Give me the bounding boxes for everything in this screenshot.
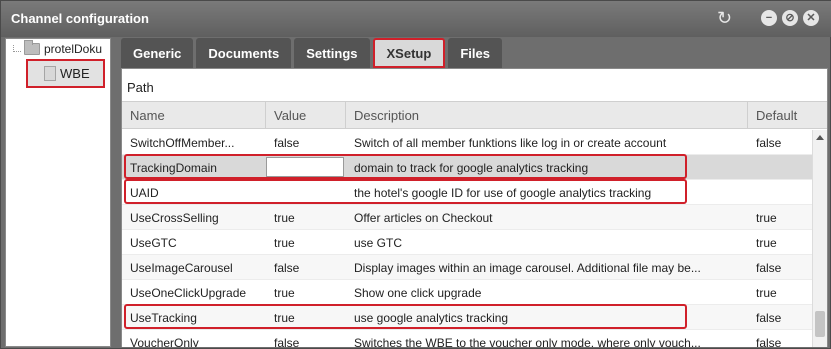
tab-settings[interactable]: Settings xyxy=(294,38,370,68)
cell-name: UseImageCarousel xyxy=(130,260,233,275)
cell-value[interactable]: false xyxy=(266,330,346,348)
cell-name: UAID xyxy=(130,185,159,200)
tree-connector xyxy=(13,45,21,52)
vertical-scrollbar[interactable] xyxy=(812,130,827,347)
refresh-icon[interactable]: ↻ xyxy=(717,9,732,27)
xsetup-content: Path Name Value Description Default Swit… xyxy=(121,68,828,347)
table-row[interactable]: UseCrossSelling true Offer articles on C… xyxy=(122,205,812,230)
cell-name: UseCrossSelling xyxy=(130,210,219,225)
table-row[interactable]: UseOneClickUpgrade true Show one click u… xyxy=(122,280,812,305)
cell-default: true xyxy=(756,285,777,300)
tab-generic[interactable]: Generic xyxy=(121,38,194,68)
config-panel: Generic Documents Settings XSetup Files … xyxy=(117,38,828,347)
scroll-up-arrow-icon[interactable] xyxy=(816,135,824,140)
column-header-description[interactable]: Description xyxy=(346,102,748,128)
cell-default xyxy=(748,180,812,205)
cell-name: TrackingDomain xyxy=(130,160,217,175)
cell-description: domain to track for google analytics tra… xyxy=(354,160,589,175)
tree-node-proteldoku[interactable]: protelDoku xyxy=(24,40,103,56)
grid-header: Name Value Description Default xyxy=(122,101,827,129)
document-icon xyxy=(44,66,56,81)
minimize-icon[interactable]: − xyxy=(761,10,777,26)
cell-value[interactable]: true xyxy=(266,305,346,330)
cell-default xyxy=(748,155,812,180)
tab-bar: Generic Documents Settings XSetup Files xyxy=(121,38,502,68)
table-row[interactable]: VoucherOnly false Switches the WBE to th… xyxy=(122,330,812,347)
maximize-icon[interactable]: ⊘ xyxy=(782,10,798,26)
titlebar[interactable]: Channel configuration ↻ − ⊘ ✕ xyxy=(1,1,831,37)
cell-name: UseGTC xyxy=(130,235,177,250)
tree-node-wbe[interactable]: WBE xyxy=(26,59,105,88)
cell-value[interactable]: false xyxy=(266,130,346,155)
cell-value[interactable]: true xyxy=(266,205,346,230)
column-header-name[interactable]: Name xyxy=(122,102,266,128)
tree-node-label: WBE xyxy=(60,66,90,81)
table-row[interactable]: SwitchOffMember... false Switch of all m… xyxy=(122,130,812,155)
cell-default: true xyxy=(756,235,777,250)
cell-name: UseTracking xyxy=(130,310,197,325)
table-row[interactable]: UseImageCarousel false Display images wi… xyxy=(122,255,812,280)
table-row[interactable]: UseGTC true use GTC true xyxy=(122,230,812,255)
tab-documents[interactable]: Documents xyxy=(196,38,292,68)
cell-description: the hotel's google ID for use of google … xyxy=(354,185,652,200)
cell-default: false xyxy=(756,135,782,150)
table-row[interactable]: UAID the hotel's google ID for use of go… xyxy=(122,180,812,205)
cell-default: false xyxy=(756,310,782,325)
channel-configuration-window: Channel configuration ↻ − ⊘ ✕ protelDoku… xyxy=(0,0,831,349)
scrollbar-thumb[interactable] xyxy=(815,311,825,337)
column-header-value[interactable]: Value xyxy=(266,102,346,128)
cell-description: Switch of all member funktions like log … xyxy=(354,135,667,150)
table-row-selected[interactable]: TrackingDomain domain to track for googl… xyxy=(122,155,812,180)
tab-xsetup[interactable]: XSetup xyxy=(372,38,446,68)
channel-tree: protelDoku WBE xyxy=(5,38,111,347)
cell-description: use GTC xyxy=(354,235,403,250)
cell-value[interactable]: true xyxy=(266,280,346,305)
folder-icon xyxy=(24,40,40,55)
cell-default: false xyxy=(756,335,782,348)
column-header-default[interactable]: Default xyxy=(748,102,827,128)
tab-files[interactable]: Files xyxy=(448,38,502,68)
cell-default: false xyxy=(756,260,782,275)
table-row[interactable]: UseTracking true use google analytics tr… xyxy=(122,305,812,330)
close-icon[interactable]: ✕ xyxy=(803,10,819,26)
path-label: Path xyxy=(127,80,154,95)
cell-value[interactable] xyxy=(266,180,346,205)
value-edit-field[interactable] xyxy=(266,157,344,177)
cell-description: use google analytics tracking xyxy=(354,310,509,325)
cell-value[interactable]: true xyxy=(266,230,346,255)
cell-name: VoucherOnly xyxy=(130,335,199,348)
tree-node-label: protelDoku xyxy=(44,42,103,56)
cell-description: Switches the WBE to the voucher only mod… xyxy=(354,335,701,348)
cell-name: UseOneClickUpgrade xyxy=(130,285,247,300)
cell-description: Offer articles on Checkout xyxy=(354,210,493,225)
cell-value[interactable]: false xyxy=(266,255,346,280)
cell-description: Display images within an image carousel.… xyxy=(354,260,701,275)
cell-name: SwitchOffMember... xyxy=(130,135,235,150)
cell-description: Show one click upgrade xyxy=(354,285,482,300)
cell-default: true xyxy=(756,210,777,225)
window-title: Channel configuration xyxy=(11,11,149,26)
settings-grid: SwitchOffMember... false Switch of all m… xyxy=(122,130,812,347)
